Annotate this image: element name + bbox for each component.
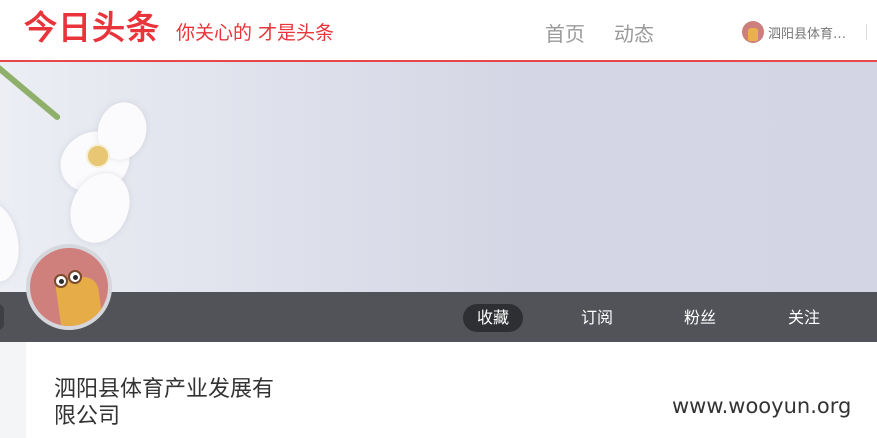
profile-content: 泗阳县体育产业发展有限公司 www.wooyun.org xyxy=(26,342,877,438)
divider xyxy=(866,24,867,40)
company-name: 泗阳县体育产业发展有限公司 xyxy=(54,377,275,429)
tab-subscriptions[interactable]: 订阅 xyxy=(567,304,627,332)
scroll-handle[interactable] xyxy=(0,304,4,330)
tab-collect[interactable]: 收藏 xyxy=(463,304,524,332)
nav-feed-link[interactable]: 动态 xyxy=(614,20,654,48)
tab-fans[interactable]: 粉丝 xyxy=(670,304,730,332)
profile-tab-bar: 收藏 订阅 粉丝 关注 xyxy=(0,292,877,342)
site-slogan: 你关心的 才是头条 xyxy=(176,22,335,44)
user-avatar-icon xyxy=(742,21,764,43)
profile-banner xyxy=(0,62,877,292)
user-name: 泗阳县体育… xyxy=(768,26,847,42)
mascot-eye-icon xyxy=(68,270,82,284)
user-menu[interactable]: 泗阳县体育… xyxy=(742,20,846,44)
top-navbar: 今日头条 你关心的 才是头条 首页 动态 泗阳县体育… xyxy=(0,0,877,62)
profile-avatar[interactable] xyxy=(26,244,112,330)
flower-petal-decoration xyxy=(0,198,25,286)
nav-home-link[interactable]: 首页 xyxy=(545,20,585,48)
flower-stem-decoration xyxy=(0,62,62,122)
watermark-text: www.wooyun.org xyxy=(672,394,852,418)
tab-following[interactable]: 关注 xyxy=(774,304,834,332)
mascot-eye-icon xyxy=(54,274,68,288)
toutiao-logo[interactable]: 今日头条 xyxy=(24,6,160,50)
flower-center-decoration xyxy=(86,144,110,168)
